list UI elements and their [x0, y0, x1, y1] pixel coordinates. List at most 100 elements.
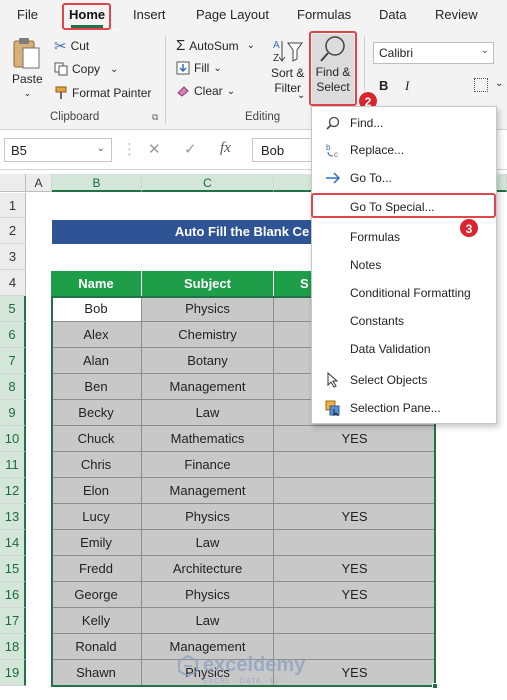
menu-item-replace[interactable]: bc Replace... [312, 138, 498, 162]
name-cell[interactable]: Emily [51, 530, 142, 556]
subject-cell[interactable]: Finance [142, 452, 274, 478]
status-cell[interactable]: YES [274, 504, 436, 530]
row-header[interactable]: 18 [0, 634, 26, 660]
tab-data[interactable]: Data [379, 7, 406, 22]
fill-handle[interactable] [432, 683, 438, 689]
row-header[interactable]: 10 [0, 426, 26, 452]
menu-item-data-validation[interactable]: Data Validation [312, 337, 498, 361]
cursor-icon [324, 371, 342, 389]
tab-formulas[interactable]: Formulas [297, 7, 351, 22]
status-cell[interactable] [274, 452, 436, 478]
row-header[interactable]: 1 [0, 193, 26, 218]
row-header[interactable]: 3 [0, 244, 26, 270]
font-name-select[interactable]: Calibri ⌄ [373, 42, 494, 64]
row-header[interactable]: 2 [0, 218, 26, 244]
menu-item-select-objects[interactable]: Select Objects [312, 368, 498, 392]
name-cell[interactable]: Bob [51, 296, 142, 322]
header-name[interactable]: Name [51, 271, 142, 296]
borders-icon[interactable] [474, 78, 488, 92]
cancel-icon[interactable]: ✕ [148, 140, 161, 158]
fill-button[interactable]: Fill ⌄ [176, 61, 222, 75]
name-cell[interactable]: Elon [51, 478, 142, 504]
subject-cell[interactable]: Law [142, 608, 274, 634]
header-subject[interactable]: Subject [142, 271, 274, 296]
row-header[interactable]: 12 [0, 478, 26, 504]
insert-function-icon[interactable]: fx [220, 140, 231, 157]
sort-filter-button[interactable]: A Z Sort & Filter [271, 35, 304, 95]
subject-cell[interactable]: Management [142, 374, 274, 400]
row-header[interactable]: 15 [0, 556, 26, 582]
name-cell[interactable]: Shawn [51, 660, 142, 686]
row-header[interactable]: 7 [0, 348, 26, 374]
subject-cell[interactable]: Law [142, 530, 274, 556]
paste-icon [13, 38, 40, 69]
status-cell[interactable]: YES [274, 426, 436, 452]
subject-cell[interactable]: Management [142, 478, 274, 504]
subject-cell[interactable]: Physics [142, 296, 274, 322]
subject-cell[interactable]: Botany [142, 348, 274, 374]
paste-button[interactable]: Paste ⌄ [12, 36, 43, 99]
name-cell[interactable]: Lucy [51, 504, 142, 530]
autosum-button[interactable]: Σ AutoSum ⌄ [176, 37, 255, 54]
formula-input[interactable]: Bob [252, 138, 312, 162]
name-cell[interactable]: Chuck [51, 426, 142, 452]
row-header[interactable]: 13 [0, 504, 26, 530]
status-cell[interactable] [274, 478, 436, 504]
tab-review[interactable]: Review [435, 7, 478, 22]
name-box[interactable]: B5 ⌄ [4, 138, 112, 162]
enter-icon[interactable]: ✓ [184, 140, 197, 158]
name-cell[interactable]: Fredd [51, 556, 142, 582]
tab-insert[interactable]: Insert [133, 7, 166, 22]
status-cell[interactable] [274, 530, 436, 556]
column-header-a[interactable]: A [26, 174, 52, 192]
tab-file[interactable]: File [17, 7, 38, 22]
format-painter-button[interactable]: Format Painter [54, 86, 151, 100]
borders-chevron-icon[interactable]: ⌄ [495, 78, 503, 89]
row-header[interactable]: 8 [0, 374, 26, 400]
copy-button[interactable]: Copy ⌄ [54, 62, 118, 76]
name-cell[interactable]: Becky [51, 400, 142, 426]
name-cell[interactable]: Alan [51, 348, 142, 374]
status-cell[interactable]: YES [274, 556, 436, 582]
subject-cell[interactable]: Law [142, 400, 274, 426]
name-cell[interactable]: Ben [51, 374, 142, 400]
row-header[interactable]: 6 [0, 322, 26, 348]
row-header[interactable]: 17 [0, 608, 26, 634]
tab-page-layout[interactable]: Page Layout [196, 7, 269, 22]
subject-cell[interactable]: Physics [142, 504, 274, 530]
name-cell[interactable]: George [51, 582, 142, 608]
subject-cell[interactable]: Physics [142, 582, 274, 608]
row-header[interactable]: 16 [0, 582, 26, 608]
row-header[interactable]: 14 [0, 530, 26, 556]
status-cell[interactable] [274, 608, 436, 634]
menu-item-selection-pane[interactable]: Selection Pane... [312, 396, 498, 420]
menu-item-notes[interactable]: Notes [312, 253, 498, 277]
column-header-b[interactable]: B [52, 174, 142, 192]
name-cell[interactable]: Kelly [51, 608, 142, 634]
row-header[interactable]: 11 [0, 452, 26, 478]
italic-button[interactable]: I [405, 78, 409, 94]
menu-item-goto[interactable]: Go To... [312, 166, 498, 190]
subject-cell[interactable]: Mathematics [142, 426, 274, 452]
select-all-corner[interactable] [0, 174, 26, 192]
clear-button[interactable]: Clear ⌄ [176, 84, 235, 98]
dialog-launcher-icon[interactable]: ⧉ [152, 112, 158, 123]
name-cell[interactable]: Ronald [51, 634, 142, 660]
row-header[interactable]: 9 [0, 400, 26, 426]
column-header-c[interactable]: C [142, 174, 274, 192]
cut-button[interactable]: ✂ Cut [54, 37, 89, 55]
status-cell[interactable]: YES [274, 582, 436, 608]
subject-cell[interactable]: Architecture [142, 556, 274, 582]
editing-group-label: Editing [245, 111, 281, 123]
subject-cell[interactable]: Chemistry [142, 322, 274, 348]
name-cell[interactable]: Chris [51, 452, 142, 478]
home-tab-highlight [62, 3, 111, 30]
menu-item-find[interactable]: Find... [312, 111, 498, 135]
row-header[interactable]: 4 [0, 270, 26, 296]
menu-item-constants[interactable]: Constants [312, 309, 498, 333]
row-header[interactable]: 5 [0, 296, 26, 322]
bold-button[interactable]: B [379, 78, 388, 93]
menu-item-conditional-formatting[interactable]: Conditional Formatting [312, 281, 498, 305]
name-cell[interactable]: Alex [51, 322, 142, 348]
row-header[interactable]: 19 [0, 660, 26, 686]
